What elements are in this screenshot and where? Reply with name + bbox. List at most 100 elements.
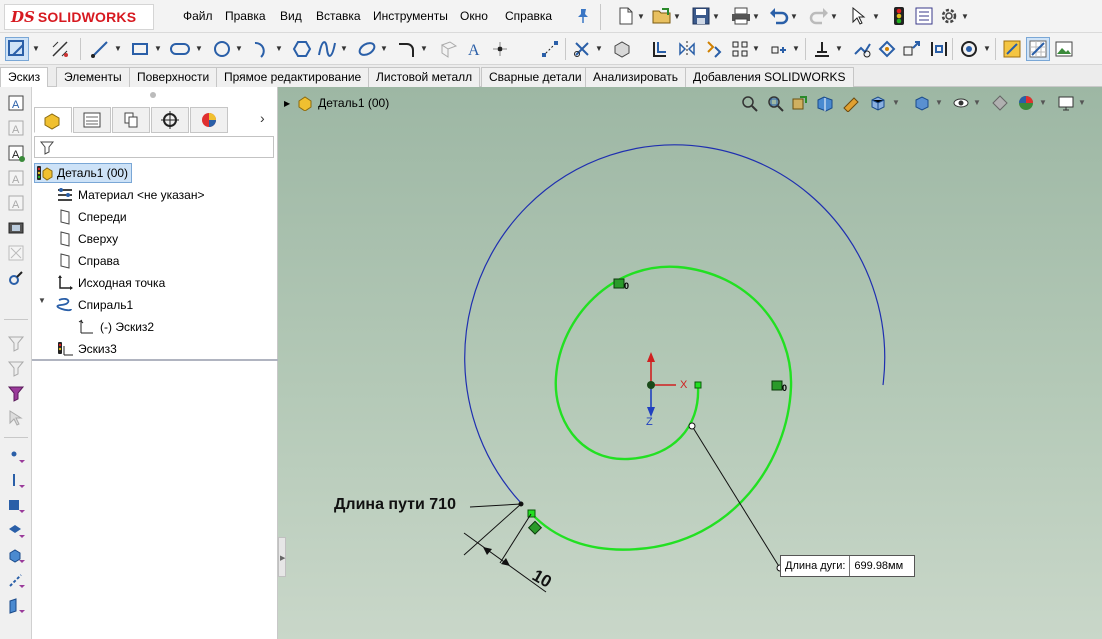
slot-dropdown-arrow[interactable]: ▼ xyxy=(195,37,203,59)
tree-item-helix[interactable]: Спираль1 xyxy=(56,295,133,315)
open-dropdown-arrow[interactable]: ▼ xyxy=(673,5,681,27)
relations-dropdown-arrow[interactable]: ▼ xyxy=(792,37,800,59)
menu-edit[interactable]: Правка xyxy=(225,9,266,23)
filter-edges-icon[interactable] xyxy=(5,357,27,379)
spline-icon[interactable] xyxy=(315,37,339,61)
surface-finish-icon[interactable]: A xyxy=(5,167,27,189)
contours-dropdown-arrow[interactable]: ▼ xyxy=(983,37,991,59)
feature-tree-filter[interactable] xyxy=(34,136,274,158)
text-icon[interactable]: A xyxy=(462,37,486,61)
rectangle-icon[interactable] xyxy=(128,37,152,61)
tab-dimxpert-manager[interactable] xyxy=(151,107,189,133)
circle-dropdown-arrow[interactable]: ▼ xyxy=(235,37,243,59)
mirror-entities-icon[interactable] xyxy=(675,37,699,61)
instant2d-icon[interactable] xyxy=(900,37,924,61)
line-icon[interactable] xyxy=(88,37,112,61)
fillet-dropdown-arrow[interactable]: ▼ xyxy=(420,37,428,59)
tab-weldments[interactable]: Сварные детали xyxy=(481,67,590,87)
construction-geometry-icon[interactable] xyxy=(538,37,562,61)
menu-file[interactable]: Файл xyxy=(183,9,213,23)
shaded-sketch-contours-icon[interactable] xyxy=(957,37,981,61)
rectangle-dropdown-arrow[interactable]: ▼ xyxy=(154,37,162,59)
tree-item-material[interactable]: Материал <не указан> xyxy=(56,185,204,205)
filter-axes-icon[interactable] xyxy=(5,570,27,592)
sketch-highlight-icon[interactable] xyxy=(1000,37,1024,61)
new-document-icon[interactable] xyxy=(615,5,637,27)
offset-entities-icon[interactable] xyxy=(648,37,672,61)
tree-item-sketch3[interactable]: Эскиз3 xyxy=(56,339,117,359)
solidworks-logo[interactable]: DS SOLIDWORKS xyxy=(4,4,154,30)
tab-sketch[interactable]: Эскиз xyxy=(0,67,49,87)
display-relations-icon[interactable] xyxy=(767,37,791,61)
auto-balloon-icon[interactable]: A xyxy=(5,142,27,164)
trim-entities-icon[interactable] xyxy=(570,37,594,61)
chevron-right-icon[interactable]: › xyxy=(260,110,265,126)
image-icon[interactable] xyxy=(1052,37,1076,61)
datum-feature-icon[interactable] xyxy=(5,217,27,239)
tab-property-manager[interactable] xyxy=(73,107,111,133)
spline-dropdown-arrow[interactable]: ▼ xyxy=(340,37,348,59)
tab-feature-manager[interactable] xyxy=(34,107,72,133)
filter-surface-bodies-icon[interactable] xyxy=(5,520,27,542)
trim-dropdown-arrow[interactable]: ▼ xyxy=(595,37,603,59)
menu-tools[interactable]: Инструменты xyxy=(373,9,448,23)
menu-view[interactable]: Вид xyxy=(280,9,302,23)
save-icon[interactable] xyxy=(690,5,712,27)
hole-callout-icon[interactable] xyxy=(5,267,27,289)
menu-window[interactable]: Окно xyxy=(460,9,488,23)
rollback-bar[interactable] xyxy=(32,359,278,361)
graphics-area[interactable]: ▶ Деталь1 (00) ▼ ▼ ▼ ▼ ▼ ▶ X Z 0 0 Длина… xyxy=(278,87,1102,639)
arc-length-anchor[interactable] xyxy=(688,422,696,430)
pin-icon[interactable] xyxy=(576,8,590,24)
print-icon[interactable] xyxy=(730,5,752,27)
undo-dropdown-arrow[interactable]: ▼ xyxy=(790,5,798,27)
filter-vertices-icon[interactable] xyxy=(5,382,27,404)
tab-evaluate[interactable]: Анализировать xyxy=(585,67,686,87)
smart-dimension-icon[interactable] xyxy=(48,37,72,61)
menu-help[interactable]: Справка xyxy=(505,9,552,23)
tab-sheet-metal[interactable]: Листовой металл xyxy=(368,67,481,87)
ellipse-dropdown-arrow[interactable]: ▼ xyxy=(380,37,388,59)
tab-direct-editing[interactable]: Прямое редактирование xyxy=(216,67,370,87)
note-icon[interactable]: A xyxy=(5,92,27,114)
spiral-start-point[interactable] xyxy=(694,381,702,389)
rebuild-traffic-light-icon[interactable] xyxy=(888,5,910,27)
arc-icon[interactable] xyxy=(250,37,274,61)
tree-item-right-plane[interactable]: Справа xyxy=(56,251,119,271)
quick-snaps-icon[interactable] xyxy=(850,37,874,61)
tab-solidworks-addins[interactable]: Добавления SOLIDWORKS xyxy=(685,67,854,87)
helix-curve[interactable] xyxy=(464,144,886,504)
tab-features[interactable]: Элементы xyxy=(56,67,130,87)
relation-marker[interactable] xyxy=(771,380,783,391)
weld-symbol-icon[interactable]: A xyxy=(5,192,27,214)
convert-entities-icon[interactable] xyxy=(610,37,634,61)
select-dropdown-arrow[interactable]: ▼ xyxy=(872,5,880,27)
filter-planes-icon[interactable] xyxy=(5,595,27,617)
dimension-value[interactable]: 10 xyxy=(529,566,555,592)
polygon-icon[interactable] xyxy=(290,37,314,61)
tree-item-front-plane[interactable]: Спереди xyxy=(56,207,127,227)
new-dropdown-arrow[interactable]: ▼ xyxy=(637,5,645,27)
panel-grip-dot[interactable] xyxy=(150,92,156,98)
arc-dropdown-arrow[interactable]: ▼ xyxy=(275,37,283,59)
sketch-picture-icon[interactable] xyxy=(927,37,951,61)
repair-sketch-icon[interactable] xyxy=(810,37,834,61)
redo-icon[interactable] xyxy=(808,5,830,27)
print-dropdown-arrow[interactable]: ▼ xyxy=(752,5,760,27)
file-properties-icon[interactable] xyxy=(913,5,935,27)
slot-icon[interactable] xyxy=(168,37,192,61)
ellipse-icon[interactable] xyxy=(355,37,379,61)
origin-point[interactable] xyxy=(647,381,655,389)
balloon-icon[interactable]: A xyxy=(5,117,27,139)
sketch-grid-icon[interactable] xyxy=(1026,37,1050,61)
fillet-icon[interactable] xyxy=(395,37,419,61)
datum-target-icon[interactable] xyxy=(5,242,27,264)
line-dropdown-arrow[interactable]: ▼ xyxy=(114,37,122,59)
collapse-arrow-icon[interactable]: ▼ xyxy=(38,296,46,305)
open-folder-icon[interactable] xyxy=(651,5,673,27)
tab-surfaces[interactable]: Поверхности xyxy=(129,67,218,87)
filter-faces-icon[interactable] xyxy=(5,332,27,354)
relation-marker[interactable] xyxy=(613,278,625,289)
repair-dropdown-arrow[interactable]: ▼ xyxy=(835,37,843,59)
tree-item-sketch2[interactable]: (-) Эскиз2 xyxy=(78,317,154,337)
